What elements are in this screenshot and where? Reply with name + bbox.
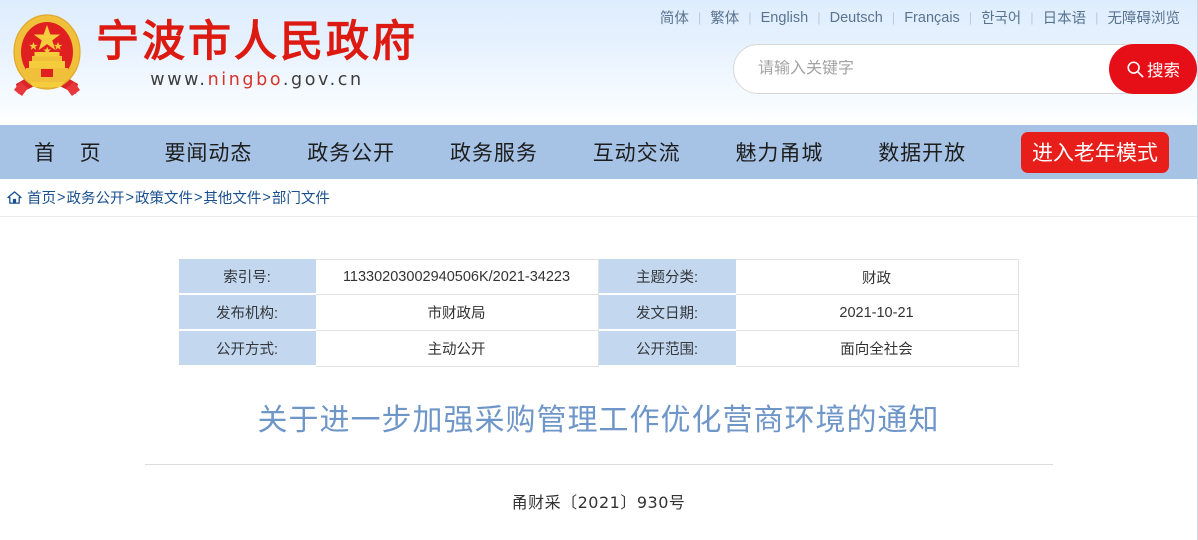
table-row: 索引号: 11330203002940506K/2021-34223 主题分类:… bbox=[178, 259, 1019, 295]
lang-link-english[interactable]: English bbox=[752, 10, 818, 26]
site-url: www.ningbo.gov.cn bbox=[96, 70, 418, 90]
meta-label-index-number: 索引号: bbox=[178, 259, 316, 295]
language-bar: 简体 | 繁体 | English | Deutsch | Français |… bbox=[651, 7, 1189, 28]
lang-link-japanese[interactable]: 日本语 bbox=[1034, 7, 1096, 28]
lang-link-deutsch[interactable]: Deutsch bbox=[821, 10, 892, 26]
nav-item-news[interactable]: 要闻动态 bbox=[164, 137, 252, 167]
meta-label-disclosure-method: 公开方式: bbox=[178, 331, 316, 367]
nav-item-government-services[interactable]: 政务服务 bbox=[450, 137, 538, 167]
meta-value-issue-date: 2021-10-21 bbox=[735, 295, 1019, 331]
main-navigation: 首 页 要闻动态 政务公开 政务服务 互动交流 魅力甬城 数据开放 进入老年模式 bbox=[0, 125, 1197, 179]
lang-link-simplified[interactable]: 简体 bbox=[651, 7, 698, 28]
lang-link-francais[interactable]: Français bbox=[895, 10, 969, 26]
nav-item-open-data[interactable]: 数据开放 bbox=[878, 137, 966, 167]
national-emblem-icon bbox=[8, 10, 86, 102]
elder-mode-button[interactable]: 进入老年模式 bbox=[1020, 131, 1169, 173]
breadcrumb-item-policy-documents[interactable]: 政策文件 bbox=[135, 187, 193, 208]
meta-label-issue-date: 发文日期: bbox=[598, 295, 736, 331]
meta-value-index-number: 11330203002940506K/2021-34223 bbox=[315, 259, 599, 295]
meta-value-disclosure-scope: 面向全社会 bbox=[735, 331, 1019, 367]
table-body: 索引号: 11330203002940506K/2021-34223 主题分类:… bbox=[178, 259, 1019, 367]
nav-inner: 首 页 要闻动态 政务公开 政务服务 互动交流 魅力甬城 数据开放 进入老年模式 bbox=[0, 125, 1197, 179]
site-brand[interactable]: 宁波市人民政府 www.ningbo.gov.cn bbox=[8, 10, 418, 102]
meta-label-disclosure-scope: 公开范围: bbox=[598, 331, 736, 367]
table-row: 发布机构: 市财政局 发文日期: 2021-10-21 bbox=[178, 295, 1019, 331]
breadcrumb-item-other-documents[interactable]: 其他文件 bbox=[203, 187, 261, 208]
meta-value-subject-category: 财政 bbox=[735, 259, 1019, 295]
accessibility-link[interactable]: 无障碍浏览 bbox=[1099, 7, 1190, 28]
breadcrumb: 首页 > 政务公开 > 政策文件 > 其他文件 > 部门文件 bbox=[0, 179, 1197, 217]
document-title: 关于进一步加强采购管理工作优化营商环境的通知 bbox=[257, 403, 940, 438]
site-url-suffix: .gov.cn bbox=[282, 70, 364, 91]
document-content: 索引号: 11330203002940506K/2021-34223 主题分类:… bbox=[0, 259, 1197, 513]
meta-value-disclosure-method: 主动公开 bbox=[315, 331, 599, 367]
search-icon bbox=[1126, 60, 1144, 78]
meta-label-issuing-agency: 发布机构: bbox=[178, 295, 316, 331]
lang-link-korean[interactable]: 한국어 bbox=[972, 7, 1030, 28]
meta-label-subject-category: 主题分类: bbox=[598, 259, 736, 295]
site-brand-text: 宁波市人民政府 www.ningbo.gov.cn bbox=[96, 18, 418, 94]
breadcrumb-separator: > bbox=[262, 189, 271, 206]
site-url-prefix: www. bbox=[150, 70, 208, 91]
breadcrumb-separator: > bbox=[125, 189, 134, 206]
site-header: 宁波市人民政府 www.ningbo.gov.cn 简体 | 繁体 | Engl… bbox=[0, 0, 1197, 125]
breadcrumb-separator: > bbox=[193, 189, 203, 206]
title-divider bbox=[144, 463, 1053, 465]
nav-item-charming-yongcheng[interactable]: 魅力甬城 bbox=[735, 137, 823, 167]
breadcrumb-item-home[interactable]: 首页 bbox=[27, 187, 56, 208]
breadcrumb-item-department-documents[interactable]: 部门文件 bbox=[272, 187, 330, 208]
nav-item-interaction[interactable]: 互动交流 bbox=[593, 137, 681, 167]
document-metadata-table: 索引号: 11330203002940506K/2021-34223 主题分类:… bbox=[178, 259, 1019, 367]
nav-item-government-affairs[interactable]: 政务公开 bbox=[307, 137, 395, 167]
site-url-domain: ningbo bbox=[207, 70, 283, 91]
site-title: 宁波市人民政府 bbox=[96, 16, 418, 67]
lang-link-traditional[interactable]: 繁体 bbox=[701, 7, 748, 28]
page-root: 宁波市人民政府 www.ningbo.gov.cn 简体 | 繁体 | Engl… bbox=[0, 0, 1198, 540]
meta-value-issuing-agency: 市财政局 bbox=[315, 295, 599, 331]
search-area: 搜索 bbox=[715, 44, 1197, 94]
search-button[interactable]: 搜索 bbox=[1109, 44, 1197, 94]
document-number: 甬财采〔2021〕930号 bbox=[511, 492, 686, 512]
search-button-label: 搜索 bbox=[1147, 62, 1180, 80]
table-row: 公开方式: 主动公开 公开范围: 面向全社会 bbox=[178, 331, 1019, 367]
breadcrumb-separator: > bbox=[57, 189, 66, 206]
breadcrumb-item-government-affairs[interactable]: 政务公开 bbox=[66, 187, 124, 208]
nav-item-home[interactable]: 首 页 bbox=[34, 137, 110, 167]
home-icon bbox=[7, 190, 22, 205]
